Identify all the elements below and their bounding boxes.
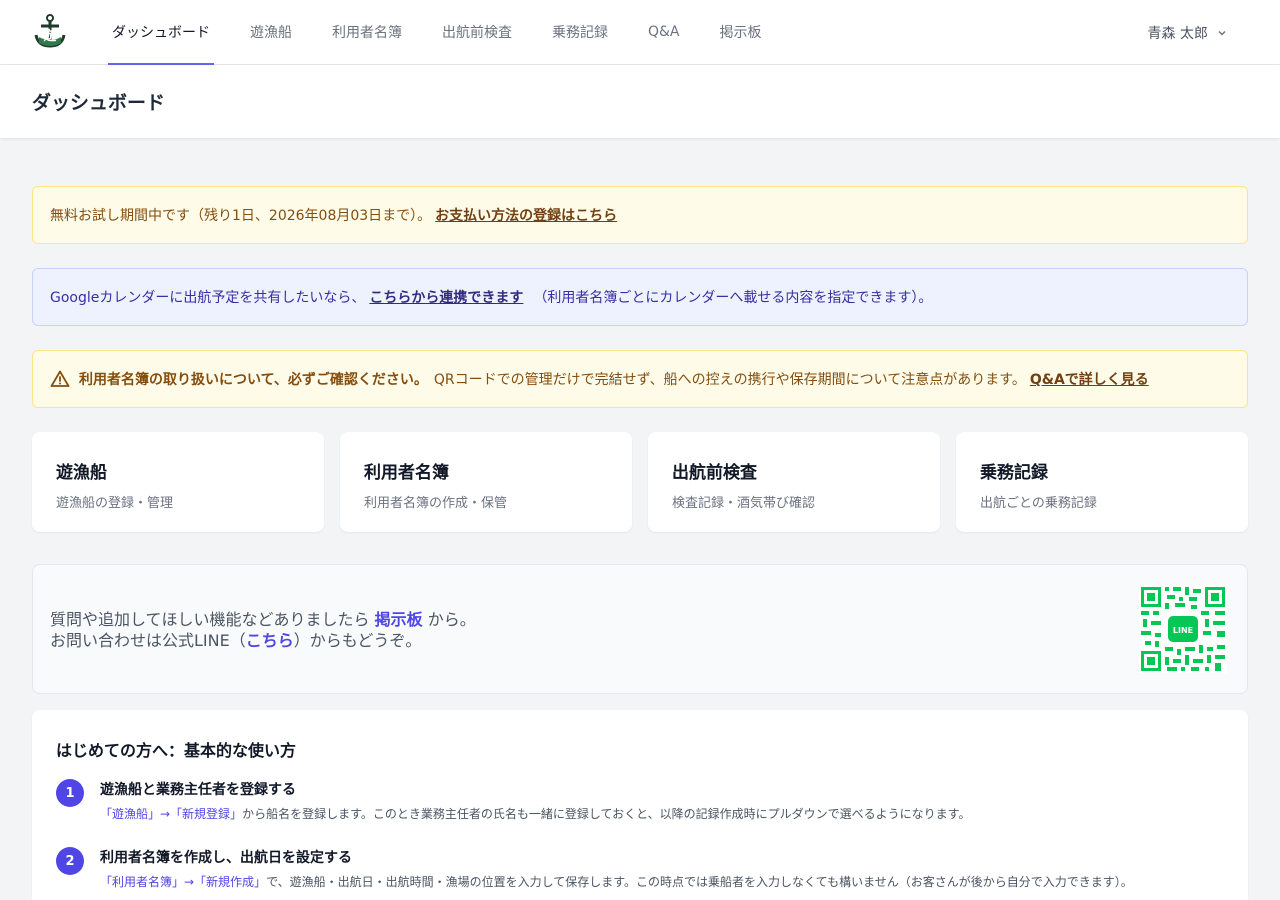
app-logo[interactable]: 遊 — [33, 13, 67, 49]
step-title: 遊漁船と業務主任者を登録する — [100, 782, 296, 798]
user-name: 青森 太郎 — [1147, 25, 1208, 42]
contact-box: 質問や追加してほしい機能などありましたら 掲示板 から。 お問い合わせは公式LI… — [32, 564, 1248, 694]
step-number-badge: 2 — [56, 847, 84, 875]
trial-notice-text: 無料お試し期間中です（残り1日、2026年08月03日まで）。 — [50, 208, 432, 224]
page-header: ダッシュボード — [0, 65, 1280, 138]
chevron-down-icon — [1218, 30, 1226, 36]
card-description: 出航ごとの乗務記録 — [980, 496, 1097, 511]
step-description: 「利用者名簿」→「新規作成」で、遊漁船・出航日・出航時間・漁場の位置を入力して保… — [100, 873, 1133, 890]
main-nav: ダッシュボード 遊漁船 利用者名簿 出航前検査 乗務記録 Q&A 掲示板 — [108, 0, 798, 65]
warning-text: QRコードでの管理だけで完結せず、船への控えの携行や保存期間について注意点があり… — [433, 372, 1026, 388]
warning-heading: 利用者名簿の取り扱いについて、必ずご確認ください。 — [79, 372, 428, 388]
user-menu-button[interactable]: 青森 太郎 — [1148, 0, 1228, 65]
card-boats[interactable]: 遊漁船 遊漁船の登録・管理 — [32, 432, 324, 532]
card-pre-departure-inspection[interactable]: 出航前検査 検査記録・酒気帯び確認 — [648, 432, 940, 532]
card-title: 乗務記録 — [980, 463, 1048, 483]
card-title: 出航前検査 — [672, 463, 757, 483]
step-link-passenger-list-create[interactable]: 「利用者名簿」→「新規作成」 — [100, 875, 266, 889]
nav-passenger-lists[interactable]: 利用者名簿 — [328, 0, 406, 65]
trial-notice: 無料お試し期間中です（残り1日、2026年08月03日まで）。 お支払い方法の登… — [32, 186, 1248, 244]
card-passenger-lists[interactable]: 利用者名簿 利用者名簿の作成・保管 — [340, 432, 632, 532]
card-description: 検査記録・酒気帯び確認 — [672, 496, 816, 511]
step-description-text: で、遊漁船・出航日・出航時間・漁場の位置を入力して保存します。この時点では乗船者… — [266, 875, 1133, 889]
nav-bulletin-board[interactable]: 掲示板 — [716, 0, 766, 65]
step-title: 利用者名簿を作成し、出航日を設定する — [100, 850, 352, 866]
card-title: 遊漁船 — [56, 463, 107, 483]
warning-icon — [50, 370, 70, 387]
google-notice-text: Googleカレンダーに出航予定を共有したいなら、 — [50, 290, 366, 306]
qr-line-label: LINE — [1173, 626, 1193, 635]
google-calendar-notice: Googleカレンダーに出航予定を共有したいなら、 こちらから連携できます （利… — [32, 268, 1248, 326]
nav-dashboard[interactable]: ダッシュボード — [108, 0, 214, 65]
contact-text-part: から。 — [427, 610, 476, 629]
feature-cards: 遊漁船 遊漁船の登録・管理 利用者名簿 利用者名簿の作成・保管 出航前検査 検査… — [32, 432, 1248, 532]
line-qr-code[interactable]: LINE — [1139, 585, 1227, 673]
top-navbar: 遊 ダッシュボード 遊漁船 利用者名簿 出航前検査 乗務記録 Q&A 掲示板 青… — [0, 0, 1280, 65]
card-duty-records[interactable]: 乗務記録 出航ごとの乗務記録 — [956, 432, 1248, 532]
qa-details-link[interactable]: Q&Aで詳しく見る — [1030, 369, 1149, 389]
contact-text-part: ）からもどうぞ。 — [293, 631, 422, 650]
nav-duty-records[interactable]: 乗務記録 — [548, 0, 612, 65]
contact-text-part: お問い合わせは公式LINE（ — [50, 631, 246, 650]
card-description: 遊漁船の登録・管理 — [56, 496, 174, 511]
contact-text: 質問や追加してほしい機能などありましたら 掲示板 から。 お問い合わせは公式LI… — [50, 609, 476, 651]
getting-started-guide: はじめての方へ：基本的な使い方 1 遊漁船と業務主任者を登録する 「遊漁船」→「… — [32, 710, 1248, 900]
payment-registration-link[interactable]: お支払い方法の登録はこちら — [435, 205, 617, 225]
step-description-text: から船名を登録します。このとき業務主任者の氏名も一緒に登録しておくと、以降の記録… — [242, 807, 971, 821]
line-contact-link[interactable]: こちら — [246, 631, 294, 650]
contact-text-part: 質問や追加してほしい機能などありましたら — [50, 610, 370, 629]
contact-line-bulletin: 質問や追加してほしい機能などありましたら 掲示板 から。 — [50, 609, 476, 630]
contact-line-line: お問い合わせは公式LINE（こちら）からもどうぞ。 — [50, 630, 476, 651]
google-calendar-link[interactable]: こちらから連携できます — [369, 287, 523, 307]
page-title: ダッシュボード — [32, 92, 166, 114]
nav-boats[interactable]: 遊漁船 — [246, 0, 296, 65]
nav-pre-departure-inspection[interactable]: 出航前検査 — [438, 0, 516, 65]
card-description: 利用者名簿の作成・保管 — [364, 496, 508, 511]
nav-qa[interactable]: Q&A — [644, 0, 684, 65]
step-number-badge: 1 — [56, 779, 84, 807]
svg-text:遊: 遊 — [43, 28, 56, 44]
google-notice-note: （利用者名簿ごとにカレンダーへ載せる内容を指定できます）。 — [533, 290, 933, 306]
guide-title: はじめての方へ：基本的な使い方 — [56, 741, 297, 760]
step-description: 「遊漁船」→「新規登録」から船名を登録します。このとき業務主任者の氏名も一緒に登… — [100, 805, 970, 822]
passenger-list-warning: 利用者名簿の取り扱いについて、必ずご確認ください。 QRコードでの管理だけで完結… — [32, 350, 1248, 408]
step-link-boat-register[interactable]: 「遊漁船」→「新規登録」 — [100, 807, 242, 821]
card-title: 利用者名簿 — [364, 463, 449, 483]
bulletin-board-link[interactable]: 掲示板 — [375, 610, 423, 629]
